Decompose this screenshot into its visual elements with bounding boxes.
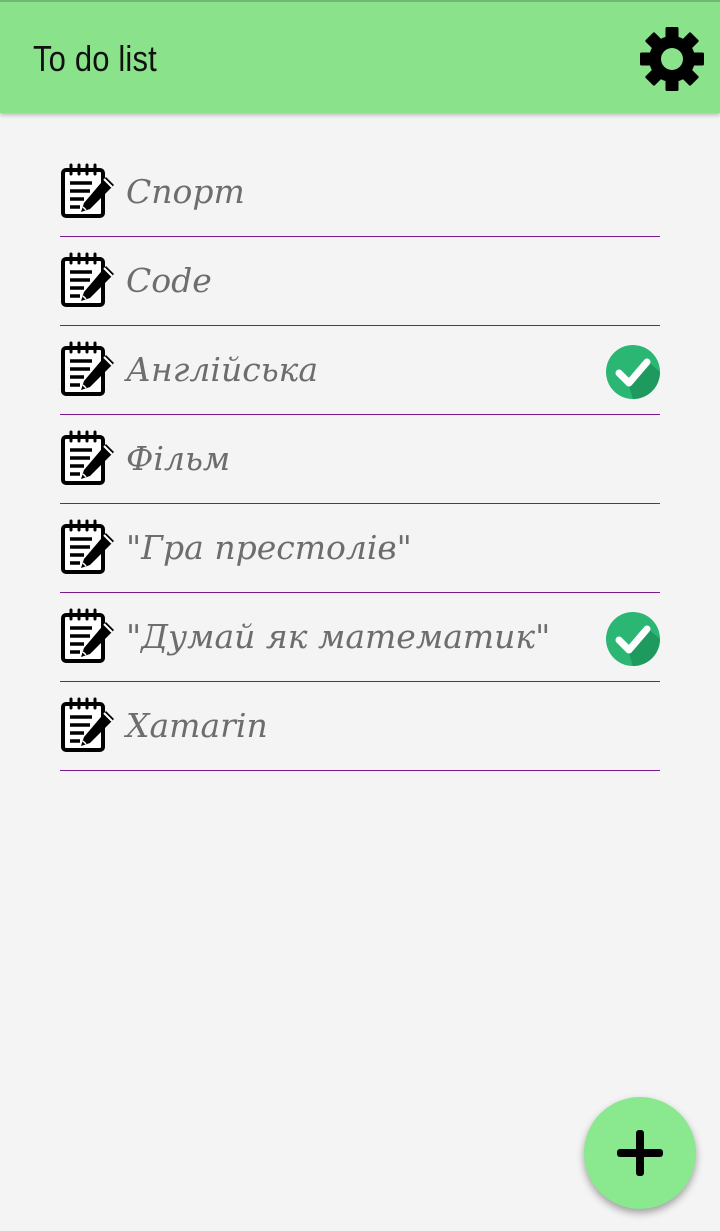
notepad-pencil-icon: [60, 252, 116, 308]
task-row[interactable]: Англійська: [60, 326, 660, 415]
notepad-pencil-icon: [60, 608, 116, 664]
task-label: Code: [126, 261, 212, 300]
task-row[interactable]: "Гра престолів": [60, 504, 660, 593]
notepad-pencil-icon: [60, 519, 116, 575]
task-label: Спорт: [126, 172, 245, 211]
settings-button[interactable]: [638, 25, 706, 93]
app-bar: To do list: [0, 0, 720, 113]
plus-icon: [617, 1130, 663, 1176]
notepad-pencil-icon: [60, 341, 116, 397]
app-title: To do list: [33, 38, 157, 79]
task-list: Спорт Code Англійська Фільм "Гра престол…: [60, 148, 660, 771]
check-circle-icon[interactable]: [606, 612, 660, 666]
gear-icon: [640, 27, 704, 91]
status-strip: [0, 0, 720, 2]
notepad-pencil-icon: [60, 163, 116, 219]
task-label: Xamarin: [126, 706, 268, 745]
task-row[interactable]: Спорт: [60, 148, 660, 237]
add-task-button[interactable]: [584, 1097, 696, 1209]
notepad-pencil-icon: [60, 430, 116, 486]
task-label: "Гра престолів": [126, 528, 412, 567]
check-circle-icon[interactable]: [606, 345, 660, 399]
task-label: "Думай як математик": [126, 617, 551, 656]
notepad-pencil-icon: [60, 697, 116, 753]
task-row[interactable]: Xamarin: [60, 682, 660, 771]
task-row[interactable]: Фільм: [60, 415, 660, 504]
task-row[interactable]: "Думай як математик": [60, 593, 660, 682]
task-row[interactable]: Code: [60, 237, 660, 326]
task-label: Англійська: [126, 350, 319, 389]
task-label: Фільм: [126, 439, 231, 478]
